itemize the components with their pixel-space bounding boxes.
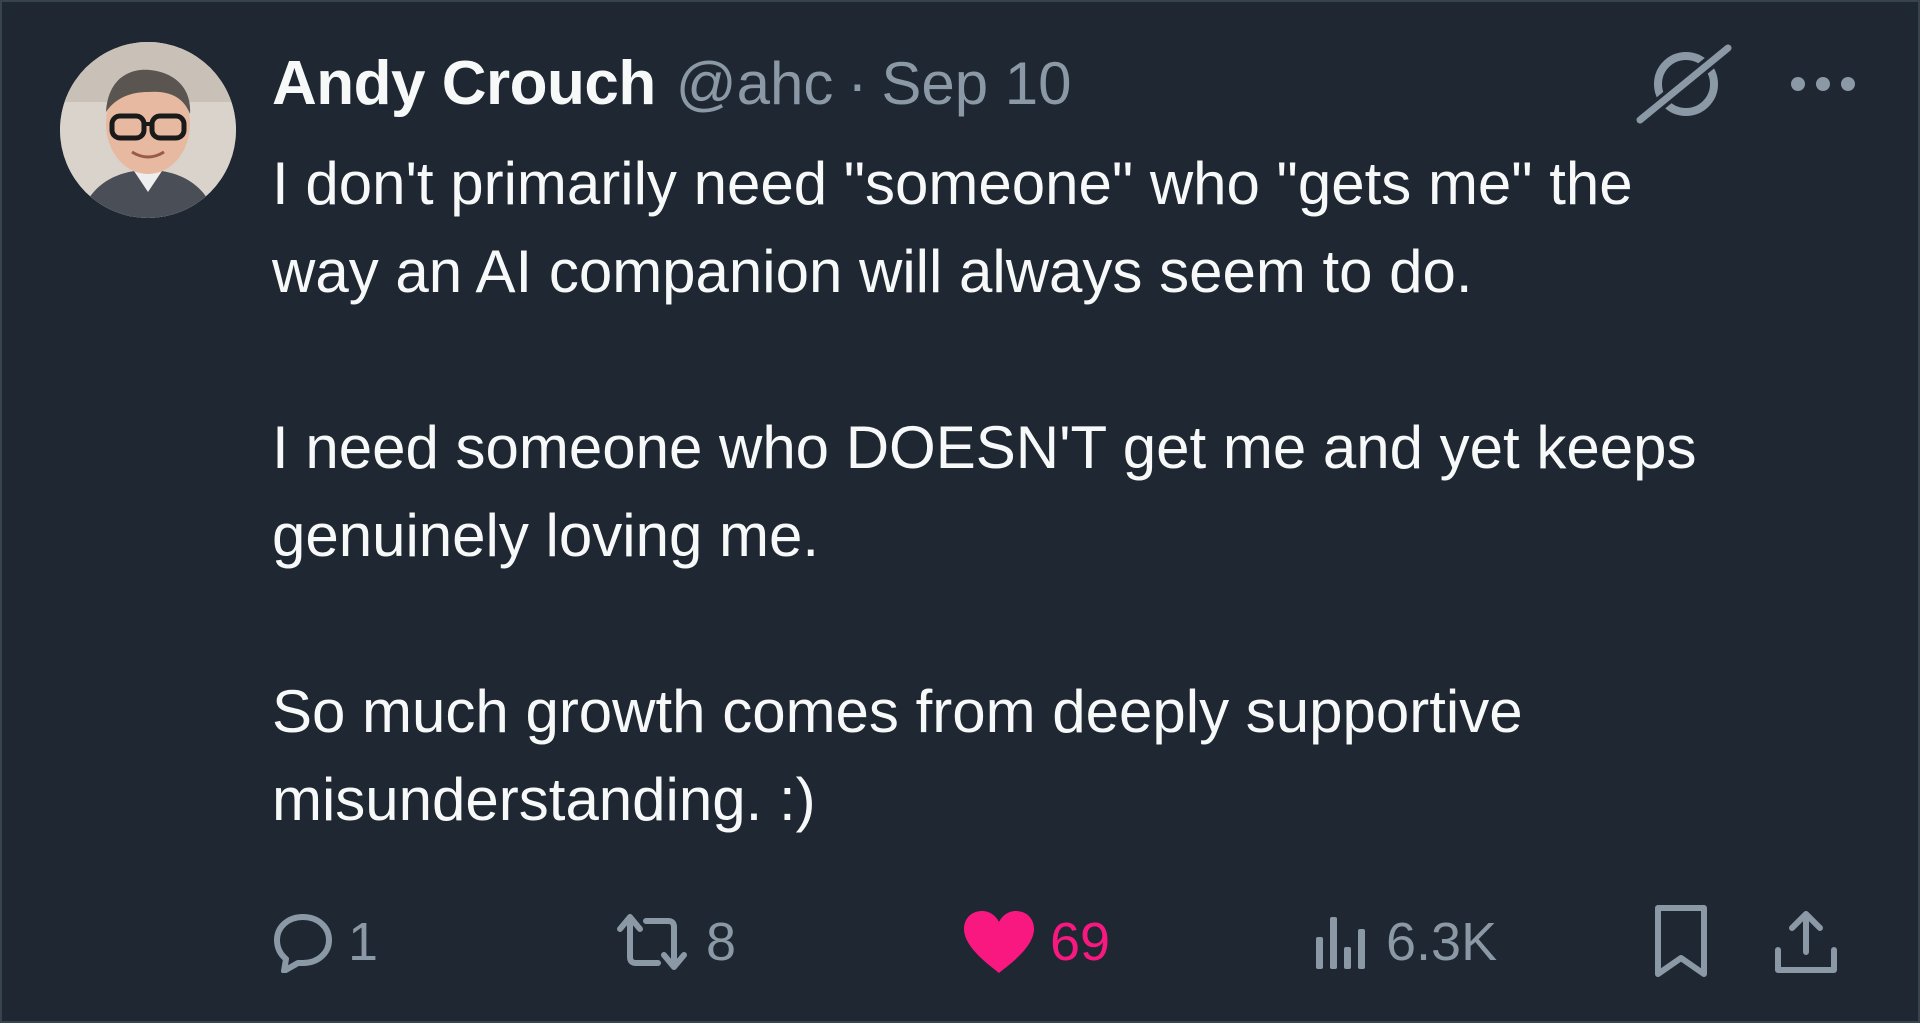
more-icon[interactable] bbox=[1788, 74, 1858, 94]
tweet-top-actions bbox=[1628, 44, 1858, 124]
tweet-text: I don't primarily need "someone" who "ge… bbox=[272, 140, 1872, 844]
tweet-paragraph: I don't primarily need "someone" who "ge… bbox=[272, 150, 1633, 305]
share-icon bbox=[1775, 911, 1837, 973]
tweet-card[interactable]: Andy Crouch @ahc · Sep 10 I don't primar… bbox=[0, 0, 1920, 1023]
reply-count: 1 bbox=[348, 912, 379, 972]
views-button[interactable]: 6.3K bbox=[1312, 897, 1497, 987]
repost-icon bbox=[617, 914, 687, 970]
reply-button[interactable]: 1 bbox=[272, 897, 378, 987]
author-name[interactable]: Andy Crouch bbox=[272, 48, 656, 119]
tweet-paragraph: I need someone who DOESN'T get me and ye… bbox=[272, 414, 1697, 569]
tweet-date[interactable]: Sep 10 bbox=[881, 49, 1071, 118]
repost-count: 8 bbox=[706, 912, 737, 972]
like-button[interactable]: 69 bbox=[962, 897, 1110, 987]
share-button[interactable] bbox=[1772, 897, 1840, 987]
bookmark-icon bbox=[1655, 905, 1707, 977]
author-handle[interactable]: @ahc bbox=[676, 49, 834, 118]
reply-icon bbox=[274, 914, 332, 973]
heart-icon bbox=[964, 911, 1034, 973]
header-separator: · bbox=[847, 50, 868, 117]
repost-button[interactable]: 8 bbox=[612, 897, 736, 987]
tweet-actions: 1 8 69 6.3K bbox=[272, 897, 1852, 987]
views-icon bbox=[1316, 917, 1365, 969]
avatar[interactable] bbox=[60, 42, 236, 218]
avatar-image bbox=[60, 42, 236, 218]
like-count: 69 bbox=[1050, 912, 1111, 972]
grok-slash-icon[interactable] bbox=[1628, 44, 1738, 124]
bookmark-button[interactable] bbox=[1652, 897, 1710, 987]
tweet-header: Andy Crouch @ahc · Sep 10 bbox=[272, 48, 1072, 128]
tweet-paragraph: So much growth comes from deeply support… bbox=[272, 678, 1523, 833]
views-count: 6.3K bbox=[1386, 912, 1498, 972]
